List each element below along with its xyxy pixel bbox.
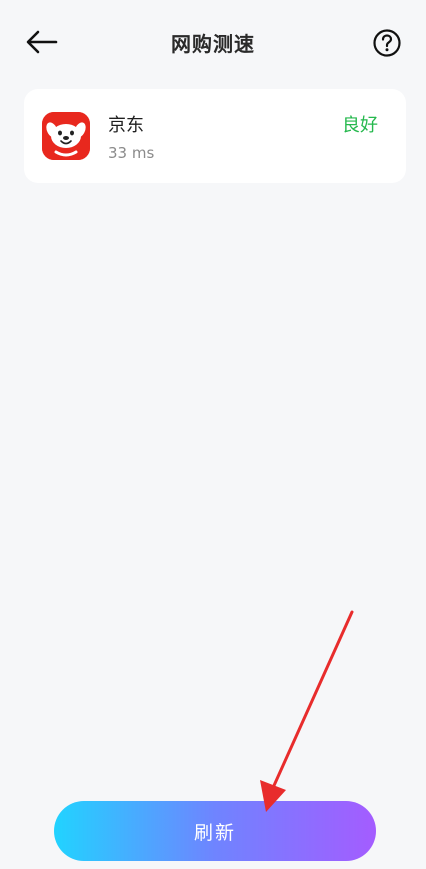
app-name: 京东 bbox=[108, 115, 144, 136]
refresh-button-label: 刷新 bbox=[193, 821, 236, 844]
status-badge: 良好 bbox=[342, 115, 378, 136]
help-button[interactable] bbox=[370, 26, 404, 60]
list-item[interactable]: 京东 33 ms 良好 bbox=[24, 89, 406, 183]
page-title: 网购测速 bbox=[171, 32, 255, 56]
speed-test-screen: 网购测速 京东 33 ms 良好 刷新 bbox=[0, 0, 426, 869]
top-bar: 网购测速 bbox=[0, 0, 426, 84]
latency-value: 33 ms bbox=[108, 144, 155, 162]
refresh-button[interactable]: 刷新 bbox=[54, 801, 376, 861]
question-circle-icon bbox=[373, 29, 401, 57]
jd-app-icon bbox=[42, 112, 90, 160]
